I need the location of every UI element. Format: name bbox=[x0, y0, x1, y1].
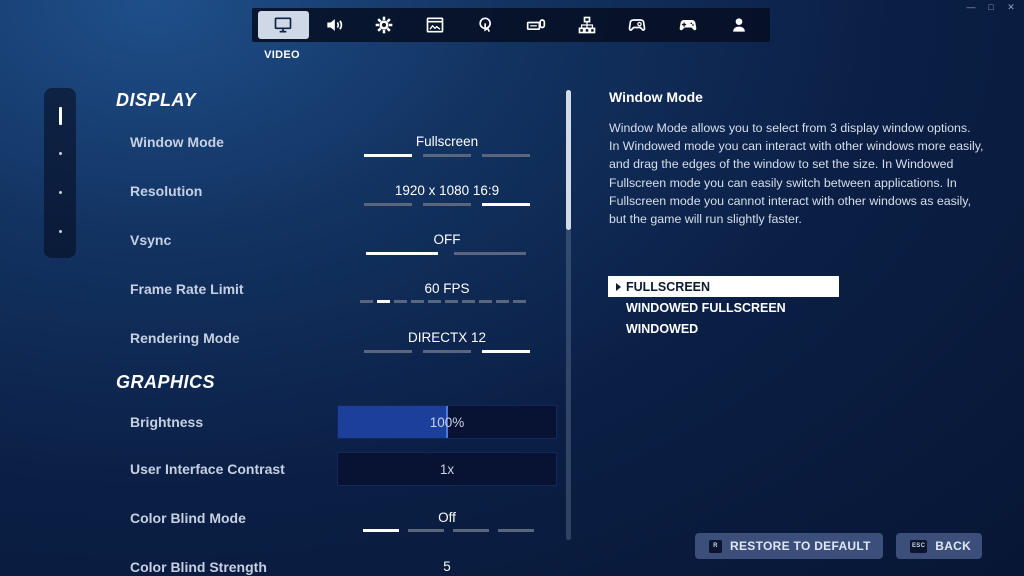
back-button[interactable]: ESC BACK bbox=[896, 533, 982, 559]
selector-segment[interactable] bbox=[454, 252, 526, 255]
close-icon[interactable]: ✕ bbox=[1006, 2, 1016, 13]
option-windowed[interactable]: WINDOWED bbox=[608, 318, 839, 339]
selector-segment[interactable] bbox=[482, 203, 530, 206]
settings-list: DISPLAY Window Mode Fullscreen Resolutio… bbox=[0, 0, 571, 576]
frame-rate-value[interactable]: 60 FPS bbox=[338, 281, 556, 296]
ui-contrast-slider[interactable]: 1x bbox=[337, 452, 557, 486]
selector-segment[interactable] bbox=[377, 300, 390, 303]
scrollbar-thumb[interactable] bbox=[566, 90, 571, 230]
selector-segment[interactable] bbox=[394, 300, 407, 303]
tab-controller[interactable] bbox=[612, 11, 663, 39]
selector-segment[interactable] bbox=[364, 154, 412, 157]
maximize-icon[interactable]: □ bbox=[986, 2, 996, 13]
selector-segment[interactable] bbox=[364, 203, 412, 206]
selector-segment[interactable] bbox=[364, 350, 412, 353]
selector-segment[interactable] bbox=[453, 529, 489, 532]
detail-description: Window Mode allows you to select from 3 … bbox=[609, 121, 984, 227]
color-blind-mode-value[interactable]: Off bbox=[338, 510, 556, 525]
selector-segment[interactable] bbox=[462, 300, 475, 303]
selector-segment[interactable] bbox=[445, 300, 458, 303]
window-mode-options: FULLSCREEN WINDOWED FULLSCREEN WINDOWED bbox=[608, 276, 839, 339]
keycap-r: R bbox=[709, 539, 722, 553]
tab-account[interactable] bbox=[713, 11, 764, 39]
selector-segment[interactable] bbox=[498, 529, 534, 532]
selector-segment[interactable] bbox=[360, 300, 373, 303]
gamepad-icon bbox=[679, 20, 697, 31]
rendering-mode-selector[interactable] bbox=[364, 350, 530, 353]
resolution-value[interactable]: 1920 x 1080 16:9 bbox=[338, 183, 556, 198]
color-blind-strength-value[interactable]: 5 bbox=[338, 559, 556, 574]
frame-rate-selector[interactable] bbox=[360, 300, 526, 303]
vsync-value[interactable]: OFF bbox=[338, 232, 556, 247]
section-title-graphics: GRAPHICS bbox=[116, 372, 216, 392]
selector-segment[interactable] bbox=[423, 203, 471, 206]
selector-segment[interactable] bbox=[408, 529, 444, 532]
resolution-label: Resolution bbox=[130, 183, 203, 199]
selector-segment[interactable] bbox=[482, 154, 530, 157]
window-controls: — □ ✕ bbox=[966, 2, 1016, 13]
option-label: WINDOWED FULLSCREEN bbox=[626, 300, 786, 315]
brightness-label: Brightness bbox=[130, 414, 204, 430]
section-title-display: DISPLAY bbox=[116, 90, 197, 110]
window-mode-value[interactable]: Fullscreen bbox=[338, 134, 556, 149]
tab-gamepad[interactable] bbox=[663, 11, 714, 39]
rendering-mode-value[interactable]: DIRECTX 12 bbox=[338, 330, 556, 345]
selector-segment[interactable] bbox=[479, 300, 492, 303]
back-label: BACK bbox=[935, 539, 972, 553]
selector-segment[interactable] bbox=[366, 252, 438, 255]
selector-segment[interactable] bbox=[496, 300, 509, 303]
vsync-selector[interactable] bbox=[366, 252, 526, 255]
detail-title: Window Mode bbox=[609, 89, 703, 105]
option-label: WINDOWED bbox=[626, 321, 699, 336]
resolution-selector[interactable] bbox=[364, 203, 530, 206]
color-blind-strength-label: Color Blind Strength bbox=[130, 559, 267, 575]
brightness-slider[interactable]: 100% bbox=[337, 405, 557, 439]
ui-contrast-value: 1x bbox=[439, 462, 455, 477]
restore-default-button[interactable]: R RESTORE TO DEFAULT bbox=[695, 533, 883, 559]
selector-segment[interactable] bbox=[423, 350, 471, 353]
color-blind-mode-selector[interactable] bbox=[363, 529, 534, 532]
vsync-label: Vsync bbox=[130, 232, 172, 248]
settings-scrollbar[interactable] bbox=[566, 90, 571, 540]
frame-rate-label: Frame Rate Limit bbox=[130, 281, 244, 297]
brightness-value: 100% bbox=[429, 415, 465, 430]
rendering-mode-label: Rendering Mode bbox=[130, 330, 240, 346]
minimize-icon[interactable]: — bbox=[966, 2, 976, 13]
ui-contrast-label: User Interface Contrast bbox=[130, 461, 285, 477]
window-mode-selector[interactable] bbox=[364, 154, 530, 157]
selector-segment[interactable] bbox=[411, 300, 424, 303]
selector-segment[interactable] bbox=[513, 300, 526, 303]
option-windowed-fullscreen[interactable]: WINDOWED FULLSCREEN bbox=[608, 297, 839, 318]
color-blind-mode-label: Color Blind Mode bbox=[130, 510, 246, 526]
option-label: FULLSCREEN bbox=[626, 279, 711, 294]
keycap-esc: ESC bbox=[910, 539, 928, 553]
selector-segment[interactable] bbox=[423, 154, 471, 157]
gamepad-settings-icon bbox=[629, 19, 646, 31]
hierarchy-icon bbox=[578, 16, 596, 34]
caret-right-icon bbox=[616, 283, 621, 291]
window-mode-label: Window Mode bbox=[130, 134, 224, 150]
selector-segment[interactable] bbox=[482, 350, 530, 353]
user-icon bbox=[732, 18, 745, 32]
restore-default-label: RESTORE TO DEFAULT bbox=[730, 539, 871, 553]
selector-segment[interactable] bbox=[428, 300, 441, 303]
option-fullscreen[interactable]: FULLSCREEN bbox=[608, 276, 839, 297]
selector-segment[interactable] bbox=[363, 529, 399, 532]
